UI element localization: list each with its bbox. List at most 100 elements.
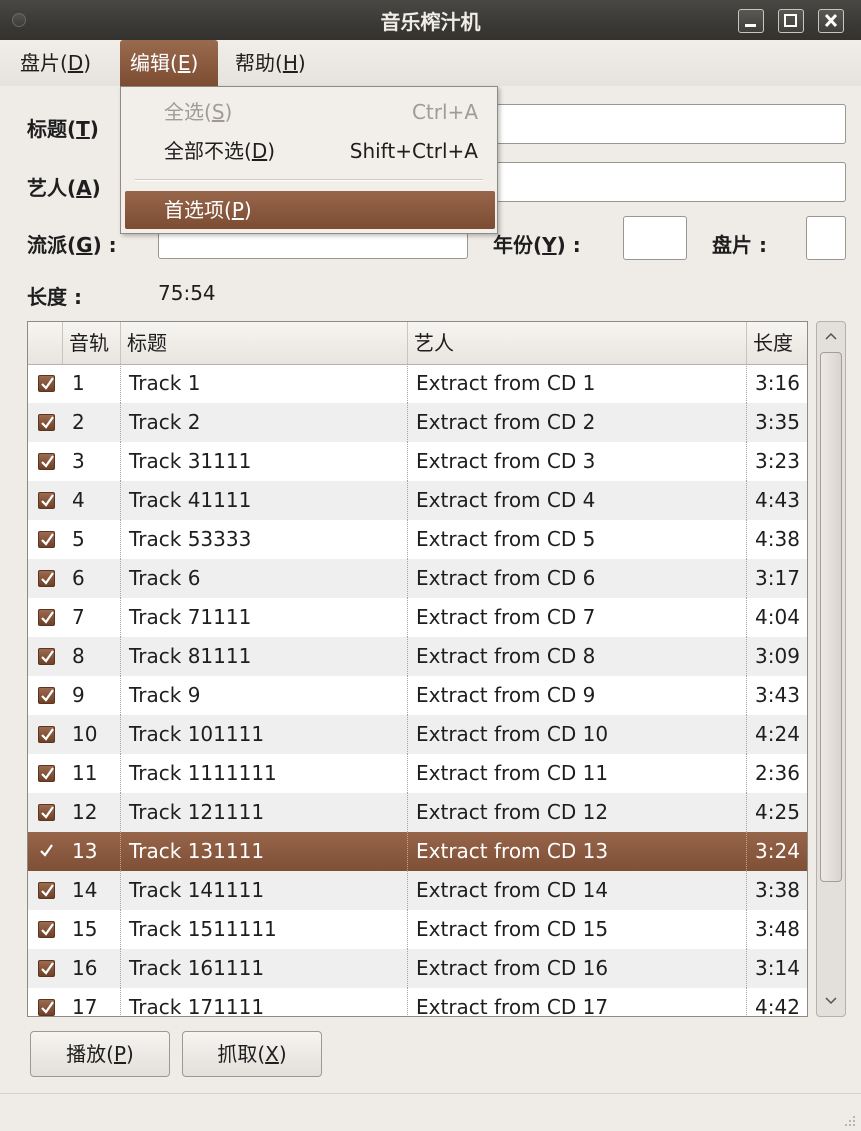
track-length: 4:04 bbox=[746, 598, 800, 637]
shortcut-label: Shift+Ctrl+A bbox=[349, 139, 478, 163]
track-row[interactable]: 5 Track 53333 Extract from CD 5 4:38 bbox=[28, 520, 807, 559]
track-row[interactable]: 6 Track 6 Extract from CD 6 3:17 bbox=[28, 559, 807, 598]
track-row[interactable]: 3 Track 31111 Extract from CD 3 3:23 bbox=[28, 442, 807, 481]
menu-edit[interactable]: 编辑(E) bbox=[120, 40, 218, 86]
checkmark-icon bbox=[41, 533, 54, 546]
checkmark-icon bbox=[41, 377, 54, 390]
track-row[interactable]: 14 Track 141111 Extract from CD 14 3:38 bbox=[28, 871, 807, 910]
track-length: 3:23 bbox=[746, 442, 800, 481]
track-number: 10 bbox=[72, 722, 98, 746]
menu-disc[interactable]: 盘片(D) bbox=[18, 40, 93, 86]
checkmark-icon bbox=[41, 689, 54, 702]
checkmark-icon bbox=[41, 923, 54, 936]
minimize-button[interactable] bbox=[738, 9, 764, 33]
extract-button[interactable]: 抓取(X) bbox=[182, 1031, 322, 1077]
column-header-artist[interactable]: 艺人 bbox=[407, 322, 746, 364]
track-number: 13 bbox=[72, 839, 98, 863]
artist-label: 艺人(A) bbox=[27, 176, 101, 200]
track-title: Track 1511111 bbox=[120, 910, 277, 949]
track-length: 3:35 bbox=[746, 403, 800, 442]
track-row[interactable]: 8 Track 81111 Extract from CD 8 3:09 bbox=[28, 637, 807, 676]
track-row[interactable]: 4 Track 41111 Extract from CD 4 4:43 bbox=[28, 481, 807, 520]
menu-separator bbox=[135, 179, 483, 181]
track-checkbox[interactable] bbox=[38, 999, 55, 1016]
track-row[interactable]: 16 Track 161111 Extract from CD 16 3:14 bbox=[28, 949, 807, 988]
menu-help[interactable]: 帮助(H) bbox=[225, 40, 316, 86]
title-bar[interactable]: 音乐榨汁机 bbox=[0, 0, 861, 41]
track-title: Track 1111111 bbox=[120, 754, 277, 793]
track-length: 3:43 bbox=[746, 676, 800, 715]
track-checkbox[interactable] bbox=[38, 375, 55, 392]
track-row[interactable]: 12 Track 121111 Extract from CD 12 4:25 bbox=[28, 793, 807, 832]
track-checkbox[interactable] bbox=[38, 648, 55, 665]
column-header-length[interactable]: 长度 bbox=[746, 322, 807, 364]
track-row[interactable]: 13 Track 131111 Extract from CD 13 3:24 bbox=[28, 832, 807, 871]
track-artist: Extract from CD 6 bbox=[407, 559, 595, 598]
track-artist: Extract from CD 11 bbox=[407, 754, 608, 793]
track-row[interactable]: 7 Track 71111 Extract from CD 7 4:04 bbox=[28, 598, 807, 637]
track-artist: Extract from CD 4 bbox=[407, 481, 595, 520]
window-title: 音乐榨汁机 bbox=[380, 10, 481, 34]
checkmark-icon bbox=[41, 455, 54, 468]
resize-grip-icon[interactable] bbox=[841, 1112, 857, 1128]
scroll-up-icon[interactable] bbox=[817, 322, 845, 350]
track-artist: Extract from CD 8 bbox=[407, 637, 595, 676]
column-header-check[interactable] bbox=[28, 322, 62, 364]
year-field[interactable] bbox=[623, 216, 687, 260]
track-row[interactable]: 2 Track 2 Extract from CD 2 3:35 bbox=[28, 403, 807, 442]
column-header-track[interactable]: 音轨 bbox=[62, 322, 120, 364]
track-checkbox[interactable] bbox=[38, 453, 55, 470]
track-checkbox[interactable] bbox=[38, 804, 55, 821]
checkmark-icon bbox=[41, 806, 54, 819]
track-row[interactable]: 10 Track 101111 Extract from CD 10 4:24 bbox=[28, 715, 807, 754]
track-artist: Extract from CD 2 bbox=[407, 403, 595, 442]
track-list-scrollbar[interactable] bbox=[816, 321, 846, 1017]
scroll-down-icon[interactable] bbox=[817, 988, 845, 1016]
track-title: Track 41111 bbox=[120, 481, 251, 520]
track-checkbox[interactable] bbox=[38, 921, 55, 938]
track-list[interactable]: 音轨 标题 艺人 长度 1 Track 1 Extract from CD 1 3:1… bbox=[27, 321, 808, 1017]
track-checkbox[interactable] bbox=[38, 960, 55, 977]
track-artist: Extract from CD 17 bbox=[407, 988, 608, 1016]
track-row[interactable]: 11 Track 1111111 Extract from CD 11 2:36 bbox=[28, 754, 807, 793]
track-length: 4:42 bbox=[746, 988, 800, 1016]
track-checkbox[interactable] bbox=[38, 414, 55, 431]
checkmark-icon bbox=[41, 1001, 54, 1014]
track-checkbox[interactable] bbox=[38, 492, 55, 509]
track-length: 4:25 bbox=[746, 793, 800, 832]
track-title: Track 31111 bbox=[120, 442, 251, 481]
title-label: 标题(T) bbox=[27, 117, 99, 141]
play-button[interactable]: 播放(P) bbox=[30, 1031, 170, 1077]
scrollbar-thumb[interactable] bbox=[820, 352, 842, 882]
maximize-button[interactable] bbox=[778, 9, 804, 33]
menu-item-deselect-all[interactable]: 全部不选(D) Shift+Ctrl+A bbox=[121, 132, 497, 170]
track-row[interactable]: 15 Track 1511111 Extract from CD 15 3:48 bbox=[28, 910, 807, 949]
close-button[interactable] bbox=[818, 9, 844, 33]
track-checkbox[interactable] bbox=[38, 843, 55, 860]
track-checkbox[interactable] bbox=[38, 687, 55, 704]
checkmark-icon bbox=[41, 884, 54, 897]
year-label: 年份(Y) : bbox=[493, 233, 581, 257]
track-row[interactable]: 1 Track 1 Extract from CD 1 3:16 bbox=[28, 364, 807, 403]
track-checkbox[interactable] bbox=[38, 726, 55, 743]
track-title: Track 131111 bbox=[120, 832, 264, 871]
track-checkbox[interactable] bbox=[38, 609, 55, 626]
column-header-title[interactable]: 标题 bbox=[120, 322, 407, 364]
track-checkbox[interactable] bbox=[38, 570, 55, 587]
track-checkbox[interactable] bbox=[38, 531, 55, 548]
track-number: 6 bbox=[72, 566, 85, 590]
menu-item-select-all[interactable]: 全选(S) Ctrl+A bbox=[121, 93, 497, 131]
track-row[interactable]: 9 Track 9 Extract from CD 9 3:43 bbox=[28, 676, 807, 715]
track-number: 5 bbox=[72, 527, 85, 551]
track-checkbox[interactable] bbox=[38, 882, 55, 899]
disc-number-field[interactable] bbox=[806, 216, 846, 260]
track-title: Track 71111 bbox=[120, 598, 251, 637]
track-title: Track 121111 bbox=[120, 793, 264, 832]
menu-item-preferences[interactable]: 首选项(P) bbox=[125, 191, 495, 229]
track-row[interactable]: 17 Track 171111 Extract from CD 17 4:42 bbox=[28, 988, 807, 1016]
track-artist: Extract from CD 7 bbox=[407, 598, 595, 637]
track-artist: Extract from CD 9 bbox=[407, 676, 595, 715]
track-title: Track 141111 bbox=[120, 871, 264, 910]
length-label: 长度 : bbox=[27, 285, 82, 309]
track-checkbox[interactable] bbox=[38, 765, 55, 782]
